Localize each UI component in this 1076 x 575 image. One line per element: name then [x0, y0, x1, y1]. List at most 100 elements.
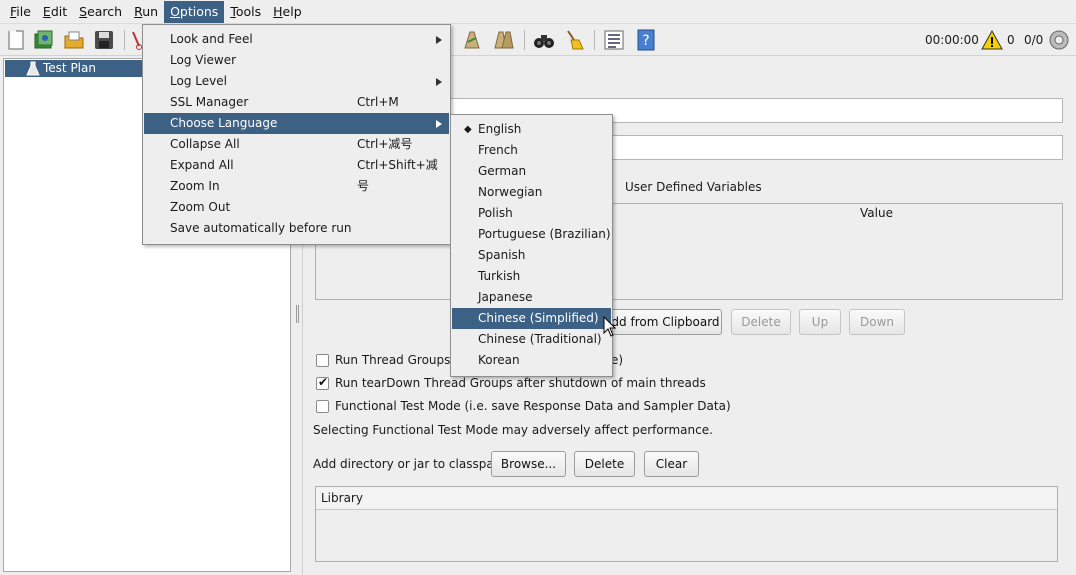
menu-run[interactable]: Run	[128, 1, 164, 23]
split-pane-grip[interactable]	[296, 305, 299, 323]
menu-item-log-level[interactable]: Log Level	[144, 71, 449, 92]
running-indicator-icon	[1049, 30, 1069, 50]
menu-item-save-automatically[interactable]: Save automatically before run	[144, 218, 449, 239]
open-icon[interactable]	[62, 28, 86, 52]
selected-bullet-icon: ◆	[464, 124, 472, 135]
warning-icon[interactable]	[981, 29, 1003, 51]
clear-all-icon[interactable]	[492, 28, 516, 52]
menu-item-label: Save automatically before run	[170, 221, 352, 235]
save-icon[interactable]	[92, 28, 116, 52]
language-label: Turkish	[478, 269, 521, 283]
functional-test-mode-label: Functional Test Mode (i.e. save Response…	[335, 399, 731, 413]
udv-title: User Defined Variables	[625, 180, 762, 194]
menu-search-rest: earch	[87, 3, 123, 19]
clear-classpath-button[interactable]: Clear	[644, 451, 699, 477]
menu-item-shortcut: Ctrl+M	[357, 95, 399, 109]
language-label: French	[478, 143, 518, 157]
menu-item-label: SSL Manager	[170, 95, 249, 109]
language-submenu-popup: ◆ English French German Norwegian Polish …	[450, 114, 613, 377]
library-column-header: Library	[321, 491, 363, 505]
menu-run-rest: un	[142, 3, 159, 19]
language-chinese-simplified[interactable]: Chinese (Simplified)	[452, 308, 611, 329]
run-teardown-checkbox[interactable]	[316, 375, 329, 390]
help-icon[interactable]: ?	[634, 28, 658, 52]
menu-help-rest: elp	[282, 3, 302, 19]
language-label: Japanese	[478, 290, 533, 304]
language-portuguese-brazilian[interactable]: Portuguese (Brazilian)	[452, 224, 611, 245]
menu-edit[interactable]: Edit	[37, 1, 73, 23]
functional-test-mode-checkbox[interactable]	[316, 400, 329, 413]
language-label: Chinese (Simplified)	[478, 311, 599, 325]
run-teardown-label: Run tearDown Thread Groups after shutdow…	[335, 376, 706, 390]
test-plan-icon	[26, 61, 40, 76]
menu-item-zoom-in[interactable]: Zoom In	[144, 176, 449, 197]
toolbar-separator	[524, 30, 525, 50]
search-binoculars-icon[interactable]	[532, 28, 556, 52]
up-button[interactable]: Up	[799, 309, 841, 335]
menu-search[interactable]: Search	[73, 1, 128, 23]
language-english[interactable]: ◆ English	[452, 119, 611, 140]
functional-mode-warning: Selecting Functional Test Mode may adver…	[313, 423, 713, 437]
new-icon[interactable]	[4, 28, 28, 52]
language-korean[interactable]: Korean	[452, 350, 611, 371]
menu-item-zoom-out[interactable]: Zoom Out	[144, 197, 449, 218]
run-thread-groups-consecutively-checkbox[interactable]	[316, 354, 329, 367]
menu-file[interactable]: File	[4, 1, 37, 23]
value-column-header: Value	[860, 206, 893, 220]
menu-item-label: Log Level	[170, 74, 227, 88]
menu-options-mnemonic: O	[170, 3, 180, 19]
cut-icon[interactable]	[130, 28, 142, 52]
menu-item-ssl-manager[interactable]: SSL Manager Ctrl+M	[144, 92, 449, 113]
menu-file-rest: ile	[16, 3, 31, 19]
add-from-clipboard-button[interactable]: Add from Clipboard	[601, 309, 722, 335]
language-label: Norwegian	[478, 185, 543, 199]
menu-item-label: Expand All	[170, 158, 234, 172]
classpath-label: Add directory or jar to classpath	[313, 457, 507, 471]
browse-button[interactable]: Browse...	[491, 451, 566, 477]
language-label: Spanish	[478, 248, 526, 262]
library-header-row	[316, 487, 1057, 510]
language-norwegian[interactable]: Norwegian	[452, 182, 611, 203]
toolbar-separator	[124, 30, 125, 50]
menu-item-log-viewer[interactable]: Log Viewer	[144, 50, 449, 71]
menu-item-label: Choose Language	[170, 116, 278, 130]
submenu-arrow-icon	[436, 78, 442, 86]
menu-item-label: Zoom In	[170, 179, 220, 193]
clear-icon[interactable]	[460, 28, 484, 52]
language-label: English	[478, 122, 522, 136]
submenu-arrow-icon	[436, 36, 442, 44]
language-polish[interactable]: Polish	[452, 203, 611, 224]
language-chinese-traditional[interactable]: Chinese (Traditional)	[452, 329, 611, 350]
active-threads-ratio: 0/0	[1024, 33, 1044, 47]
menu-help[interactable]: Help	[267, 1, 308, 23]
menu-edit-mnemonic: E	[42, 3, 51, 19]
language-turkish[interactable]: Turkish	[452, 266, 611, 287]
menu-search-mnemonic: S	[79, 3, 88, 19]
language-label: Chinese (Traditional)	[478, 332, 602, 346]
menu-item-label: Log Viewer	[170, 53, 237, 67]
menu-options-rest: ptions	[179, 3, 219, 19]
reset-search-broom-icon[interactable]	[562, 28, 586, 52]
menu-item-choose-language[interactable]: Choose Language	[144, 113, 449, 134]
menubar: File Edit Search Run Options Tools Help	[0, 0, 1076, 24]
down-button[interactable]: Down	[849, 309, 905, 335]
language-label: Portuguese (Brazilian)	[478, 227, 611, 241]
language-french[interactable]: French	[452, 140, 611, 161]
mouse-cursor-icon	[603, 316, 617, 337]
menu-tools[interactable]: Tools	[224, 1, 267, 23]
function-helper-icon[interactable]	[602, 28, 626, 52]
menu-item-label: Zoom Out	[170, 200, 231, 214]
language-german[interactable]: German	[452, 161, 611, 182]
menu-options[interactable]: Options	[164, 0, 225, 23]
delete-variable-button[interactable]: Delete	[731, 309, 791, 335]
language-spanish[interactable]: Spanish	[452, 245, 611, 266]
language-japanese[interactable]: Japanese	[452, 287, 611, 308]
menu-item-expand-all[interactable]: Expand All Ctrl+Shift+减号	[144, 155, 449, 193]
menu-help-mnemonic: H	[273, 3, 283, 19]
menu-item-label: Collapse All	[170, 137, 240, 151]
delete-classpath-button[interactable]: Delete	[574, 451, 635, 477]
menu-item-collapse-all[interactable]: Collapse All Ctrl+减号	[144, 134, 449, 155]
menu-item-look-and-feel[interactable]: Look and Feel	[144, 29, 449, 50]
run-thread-groups-label: Run Thread Groups c	[335, 353, 461, 367]
templates-icon[interactable]	[32, 28, 56, 52]
